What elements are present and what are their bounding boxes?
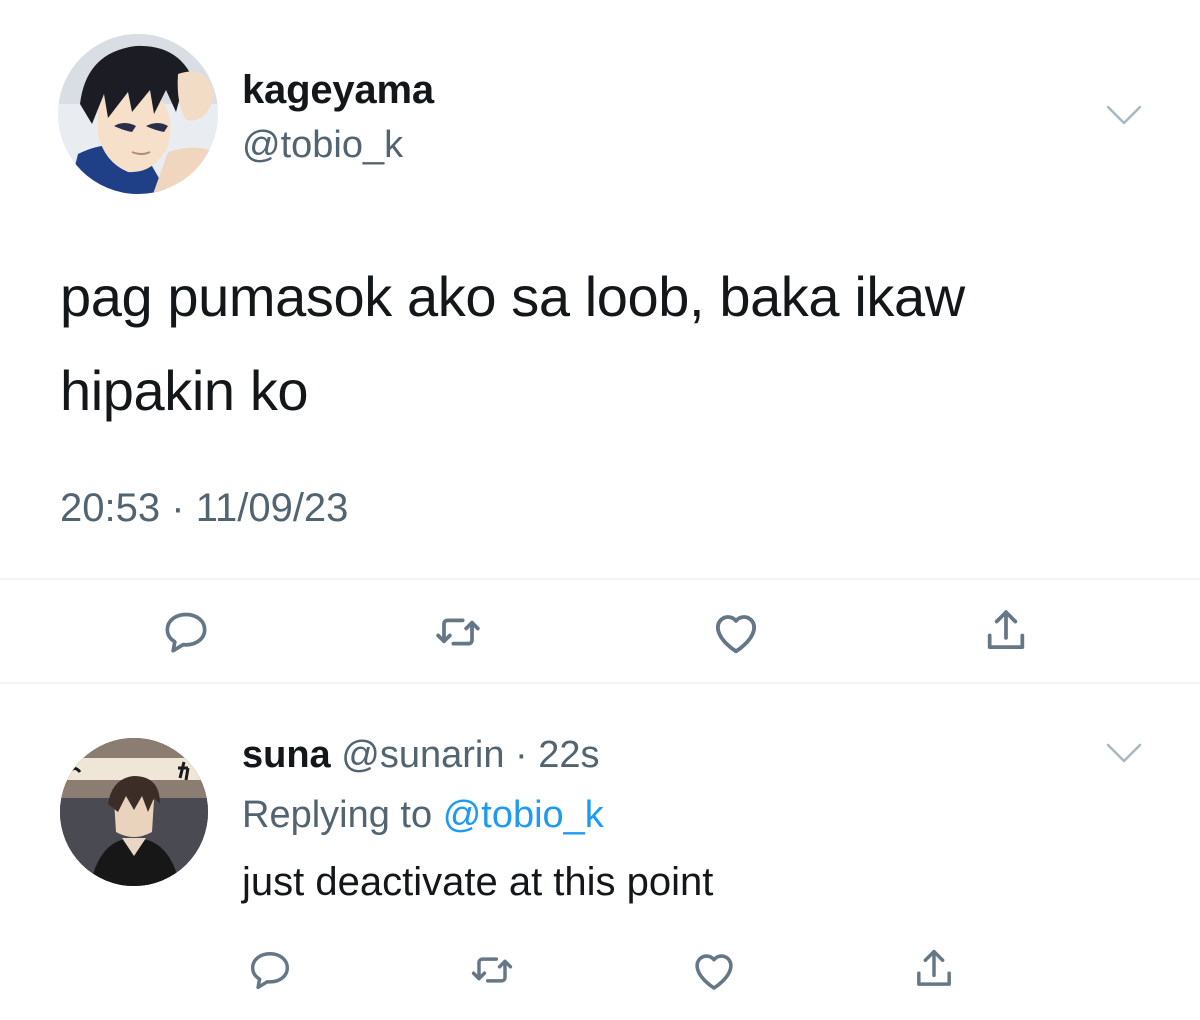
replying-to-label: Replying to [242,794,433,836]
divider [0,682,1200,684]
share-button[interactable] [976,602,1036,662]
reply-button[interactable] [156,602,216,662]
main-tweet[interactable]: kageyama @tobio_k pag pumasok ako sa loo… [0,0,1200,684]
replying-to: Replying to @tobio_k [242,794,604,837]
anime-character-avatar-icon [60,738,208,886]
tweet-timestamp[interactable]: 20:53 · 11/09/23 [60,486,348,531]
reply-icon [250,952,290,990]
avatar[interactable] [58,34,218,194]
like-icon [715,615,757,654]
reply-timestamp[interactable]: 22s [538,734,599,776]
handle[interactable]: @tobio_k [242,124,403,167]
tweet-thread: kageyama @tobio_k pag pumasok ako sa loo… [0,0,1200,1020]
like-button[interactable] [706,602,766,662]
reply-actions [0,940,1200,1000]
retweet-icon [471,957,513,983]
reply-header: suna @sunarin · 22s [242,734,600,777]
avatar[interactable] [60,738,208,886]
tweet-text: pag pumasok ako sa loob, baka ikaw hipak… [60,265,965,422]
display-name[interactable]: suna [242,734,331,776]
display-name[interactable]: kageyama [242,68,434,113]
reply-button[interactable] [240,940,300,1000]
like-button[interactable] [684,940,744,1000]
chevron-down-icon[interactable] [1104,102,1144,128]
tweet-date: 11/09/23 [195,486,349,530]
meta-separator: · [515,734,528,776]
replying-to-link[interactable]: @tobio_k [443,794,604,836]
retweet-icon [436,618,480,646]
tweet-actions [0,602,1200,662]
anime-character-avatar-icon [58,34,218,194]
retweet-button[interactable] [428,602,488,662]
handle[interactable]: @sunarin [341,734,504,776]
like-icon [695,954,733,990]
chevron-down-icon[interactable] [1104,740,1144,766]
share-button[interactable] [904,940,964,1000]
meta-separator: · [171,486,185,530]
reply-icon [165,612,207,653]
share-icon [987,610,1025,650]
divider [0,578,1200,580]
tweet-time: 20:53 [60,486,161,530]
retweet-button[interactable] [462,940,522,1000]
reply-text: just deactivate at this point [242,860,714,904]
share-icon [917,949,951,986]
